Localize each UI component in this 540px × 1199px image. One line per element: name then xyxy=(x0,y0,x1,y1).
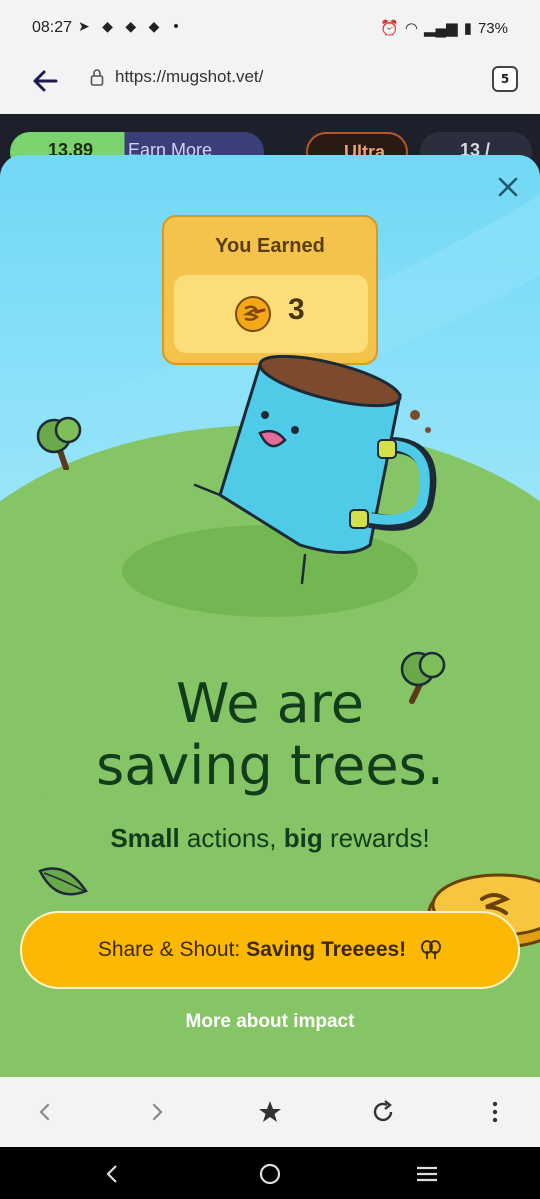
tabs-button[interactable]: 5 xyxy=(492,66,518,92)
earned-amount-box: 3 xyxy=(174,275,368,353)
tagline-mid: actions, xyxy=(179,823,284,853)
more-icon[interactable] xyxy=(482,1099,508,1125)
share-button[interactable]: Share & Shout: Saving Treeees! xyxy=(20,911,520,989)
share-button-strong: Saving Treeees! xyxy=(246,938,407,961)
share-button-prefix: Share & Shout: xyxy=(97,938,241,961)
star-icon[interactable] xyxy=(257,1099,283,1125)
home-icon[interactable] xyxy=(257,1161,283,1187)
browser-toolbar xyxy=(0,1077,540,1147)
reward-modal: You Earned 3 We are saving trees. Small … xyxy=(0,155,540,1077)
lock-icon xyxy=(90,69,104,86)
recents-icon[interactable] xyxy=(414,1161,440,1187)
back-icon[interactable] xyxy=(32,1099,58,1125)
alarm-icon: ⏰ xyxy=(380,20,399,37)
battery-icon: ▮ xyxy=(463,20,472,37)
system-nav-bar xyxy=(0,1147,540,1199)
browser-url-bar: https://mugshot.vet/ 5 xyxy=(0,56,540,114)
trees-icon xyxy=(421,940,442,959)
back-arrow-icon[interactable] xyxy=(30,66,60,96)
nav-back-icon[interactable] xyxy=(100,1161,126,1187)
notification-icons: ➤ ◆ ◆ ◆ • xyxy=(78,19,185,35)
mug-mascot-icon xyxy=(193,354,437,585)
tree-icon xyxy=(36,416,82,470)
earned-title: You Earned xyxy=(215,235,325,257)
headline-line1: We are xyxy=(176,672,364,735)
tagline-strong-small: Small xyxy=(110,823,180,853)
url-text[interactable]: https://mugshot.vet/ xyxy=(115,67,263,87)
reload-icon[interactable] xyxy=(370,1099,396,1125)
status-time: 08:27 xyxy=(32,19,73,36)
tagline: Small actions, big rewards! xyxy=(0,823,540,854)
coin-icon xyxy=(235,296,271,332)
headline: We are saving trees. xyxy=(0,673,540,797)
leaf-icon xyxy=(38,867,88,896)
status-right: ⏰ ◠ ▂▄▆ ▮ 73% xyxy=(380,19,508,38)
earned-card: You Earned 3 xyxy=(162,215,378,365)
signal-icon: ▂▄▆ xyxy=(424,20,458,37)
battery-percent: 73% xyxy=(477,19,508,37)
status-bar: 08:27 ➤ ◆ ◆ ◆ • ⏰ ◠ ▂▄▆ ▮ 73% xyxy=(0,0,540,56)
tagline-strong-big: big xyxy=(283,823,323,853)
more-about-impact-link[interactable]: More about impact xyxy=(0,1011,540,1033)
wifi-icon: ◠ xyxy=(404,20,418,37)
headline-line2: saving trees. xyxy=(96,734,444,797)
tagline-end: rewards! xyxy=(322,823,430,853)
close-icon[interactable] xyxy=(494,173,522,201)
earned-amount: 3 xyxy=(288,293,305,326)
forward-icon[interactable] xyxy=(144,1099,170,1125)
